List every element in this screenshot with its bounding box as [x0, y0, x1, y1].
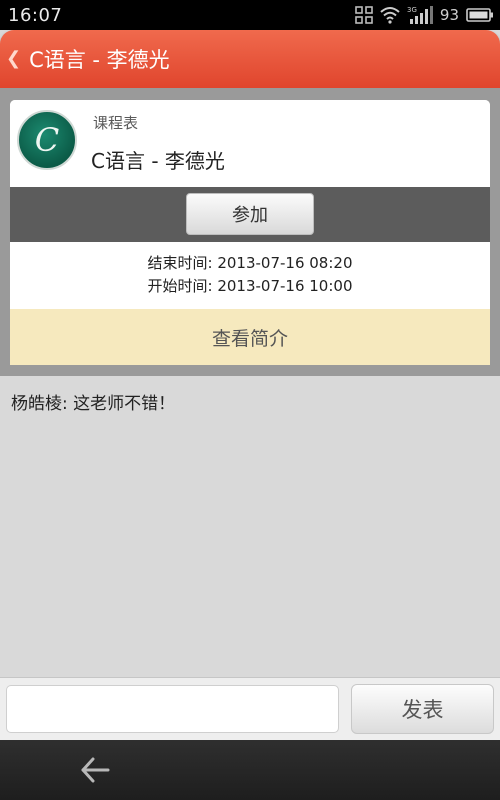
- signal-icon: 3G: [407, 5, 433, 25]
- page-title: C语言 - 李德光: [29, 48, 170, 72]
- battery-percent: 93: [439, 6, 459, 24]
- join-button[interactable]: 参加: [186, 193, 314, 235]
- battery-icon: [466, 7, 494, 23]
- scan-icon: [355, 6, 373, 24]
- course-card: C 课程表 C语言 - 李德光 参加 结束时间: 2013-07-16 08:2…: [10, 100, 490, 365]
- course-card-container: C 课程表 C语言 - 李德光 参加 结束时间: 2013-07-16 08:2…: [0, 88, 500, 376]
- navigation-bar: [0, 740, 500, 800]
- status-time: 16:07: [8, 4, 63, 26]
- end-time: 结束时间: 2013-07-16 08:20: [147, 254, 353, 272]
- comment-input[interactable]: [6, 685, 339, 733]
- post-comment-button[interactable]: 发表: [351, 684, 494, 734]
- comment-item: 杨皓棱: 这老师不错！: [11, 394, 176, 414]
- back-chevron-icon[interactable]: ❮: [6, 50, 21, 68]
- title-bar: ❮ C语言 - 李德光: [0, 30, 500, 88]
- course-title: C语言 - 李德光: [91, 149, 225, 173]
- comment-input-bar: 发表: [0, 677, 500, 740]
- start-time: 开始时间: 2013-07-16 10:00: [147, 277, 353, 295]
- course-avatar: C: [17, 110, 77, 170]
- join-band: 参加: [10, 187, 490, 242]
- course-time-info: 结束时间: 2013-07-16 08:20 开始时间: 2013-07-16 …: [10, 242, 490, 309]
- course-card-header: C 课程表 C语言 - 李德光: [10, 100, 490, 187]
- back-arrow-icon[interactable]: [77, 753, 113, 787]
- comments-list: 杨皓棱: 这老师不错！: [0, 376, 500, 677]
- status-icons: 3G 93: [355, 5, 494, 25]
- network-type-label: 3G: [407, 6, 417, 14]
- course-category-label: 课程表: [93, 114, 139, 132]
- app-screen: 16:07 3G 93 ❮ C语言 - 李德光 C 课程表 C语言 - 李德光 …: [0, 0, 500, 800]
- status-bar: 16:07 3G 93: [0, 0, 500, 30]
- wifi-icon: [380, 6, 400, 24]
- view-intro-button[interactable]: 查看简介: [10, 309, 490, 365]
